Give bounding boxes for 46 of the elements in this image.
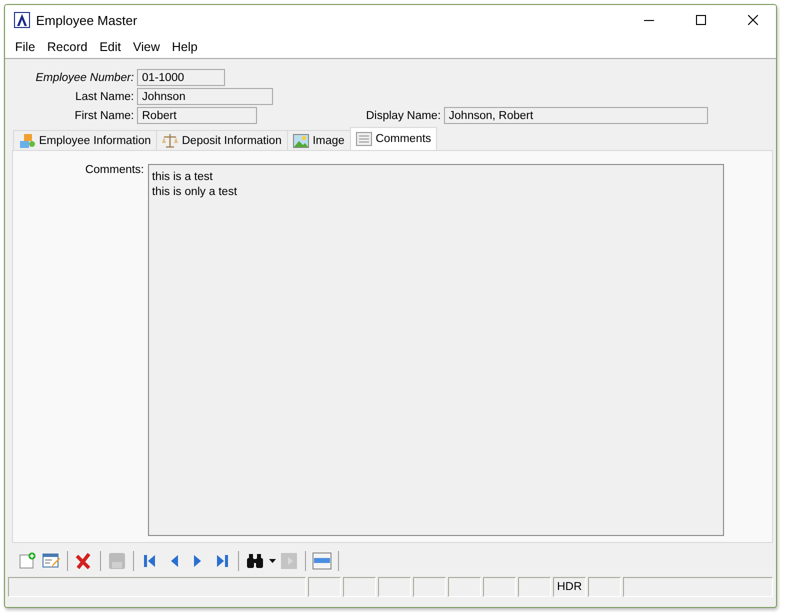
menu-item[interactable]: Edit [93, 40, 127, 54]
comments-field[interactable]: this is a test this is only a test [148, 164, 724, 536]
field-label: Display Name: [366, 110, 442, 122]
employee-number-field[interactable]: 01-1000 [137, 69, 225, 86]
menu-item[interactable]: View [127, 40, 166, 54]
menu-item[interactable]: Record [41, 40, 94, 54]
list-icon[interactable] [312, 552, 332, 570]
tab[interactable]: Deposit Information [156, 130, 288, 150]
status-indicator: HDR [553, 577, 586, 597]
scale-icon [162, 132, 178, 148]
status-pane [413, 577, 446, 597]
tab[interactable]: Employee Information [13, 130, 157, 150]
display-name-field[interactable]: Johnson, Robert [444, 107, 708, 124]
previous-record-icon[interactable] [169, 553, 179, 569]
close-icon [748, 15, 758, 25]
image-icon [292, 134, 309, 148]
status-pane [588, 577, 621, 597]
status-pane [308, 577, 341, 597]
field-label: First Name: [74, 110, 135, 122]
tab[interactable]: Comments [350, 127, 438, 150]
status-pane [448, 577, 481, 597]
first-record-icon[interactable] [143, 553, 157, 569]
field-label: Employee Number: [34, 72, 135, 84]
caret-icon[interactable] [268, 559, 276, 563]
menu-item[interactable]: File [9, 40, 42, 54]
delete-icon[interactable] [75, 552, 93, 570]
window-title: Employee Master [36, 12, 138, 28]
last-name-field[interactable]: Johnson [137, 88, 273, 105]
menu-item[interactable]: Help [166, 40, 204, 54]
first-name-field[interactable]: Robert [137, 107, 257, 124]
field-label: Last Name: [74, 90, 135, 102]
app-logo-icon [14, 12, 30, 28]
text-document-icon [356, 132, 372, 146]
status-pane [343, 577, 376, 597]
new-document-icon[interactable] [18, 552, 36, 570]
next-record-icon[interactable] [193, 553, 203, 569]
status-pane [378, 577, 411, 597]
status-pane [518, 577, 551, 597]
last-record-icon[interactable] [215, 553, 229, 569]
edit-form-icon[interactable] [42, 552, 60, 570]
people-icon [19, 132, 35, 148]
maximize-icon [696, 15, 706, 25]
tab[interactable]: Image [286, 130, 351, 150]
field-label: Comments: [84, 164, 145, 178]
status-pane [483, 577, 516, 597]
binoculars-icon[interactable] [246, 553, 264, 569]
